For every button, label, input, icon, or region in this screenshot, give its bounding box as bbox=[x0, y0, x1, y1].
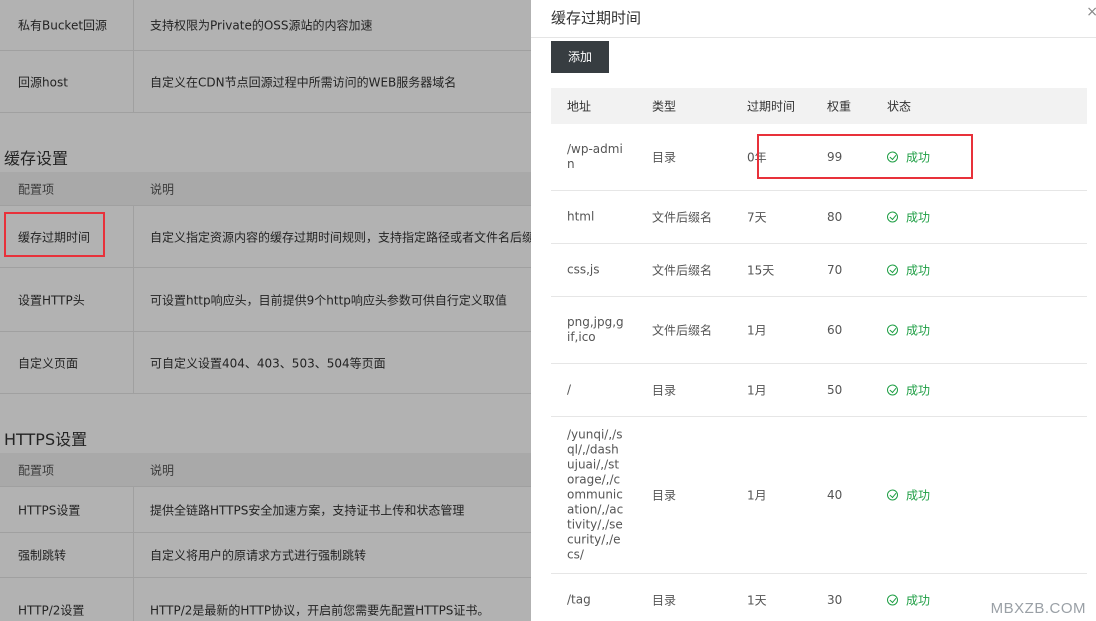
column-header-path: 地址 bbox=[567, 99, 592, 114]
cell-weight: 70 bbox=[827, 263, 843, 277]
cell-path: /wp-admin bbox=[567, 142, 623, 171]
close-icon[interactable]: × bbox=[1086, 4, 1096, 20]
cell-type: 文件后缀名 bbox=[652, 263, 713, 278]
status-text: 成功 bbox=[906, 383, 931, 398]
bg-row-https[interactable]: HTTPS设置 提供全链路HTTPS安全加速方案，支持证书上传和状态管理 bbox=[0, 487, 531, 533]
cell-status: 成功 bbox=[887, 322, 930, 339]
bg-row-name[interactable]: HTTP/2设置 bbox=[18, 601, 84, 618]
cell-weight: 50 bbox=[827, 383, 843, 397]
cell-weight: 80 bbox=[827, 210, 843, 224]
bg-row-http-header[interactable]: 设置HTTP头 可设置http响应头，目前提供9个http响应头参数可供自行定义… bbox=[0, 268, 531, 332]
bg-row-desc: HTTP/2是最新的HTTP协议，开启前您需要先配置HTTPS证书。 bbox=[150, 603, 490, 617]
bg-row-desc: 可设置http响应头，目前提供9个http响应头参数可供自行定义取值 bbox=[150, 293, 507, 307]
check-circle-icon bbox=[887, 384, 898, 396]
column-header-type: 类型 bbox=[652, 99, 677, 114]
status-text: 成功 bbox=[906, 263, 931, 278]
column-header-expire: 过期时间 bbox=[747, 99, 796, 114]
cell-path: /tag bbox=[567, 592, 591, 607]
header-description: 说明 bbox=[150, 182, 175, 196]
cell-type: 目录 bbox=[652, 593, 677, 608]
cell-type: 目录 bbox=[652, 383, 677, 398]
status-text: 成功 bbox=[906, 593, 931, 608]
cell-expire: 7天 bbox=[747, 210, 767, 225]
cache-section-title: 缓存设置 bbox=[4, 149, 69, 168]
add-button[interactable]: 添加 bbox=[551, 41, 609, 73]
cell-expire: 1月 bbox=[747, 488, 767, 503]
table-row[interactable]: / 目录 1月 50 成功 bbox=[551, 364, 1087, 417]
bg-row-name: 私有Bucket回源 bbox=[18, 18, 108, 33]
table-row[interactable]: /yunqi/,/sql/,/dashujuai/,/storage/,/com… bbox=[551, 417, 1087, 574]
bg-row-name[interactable]: HTTPS设置 bbox=[18, 501, 80, 518]
cell-type: 文件后缀名 bbox=[652, 210, 713, 225]
check-circle-icon bbox=[887, 211, 898, 223]
cell-path: / bbox=[567, 382, 572, 397]
background-page: 私有Bucket回源 支持权限为Private的OSS源站的内容加速 回源hos… bbox=[0, 0, 531, 621]
cache-section-header: 配置项 说明 bbox=[0, 172, 531, 206]
bg-row-desc: 自定义在CDN节点回源过程中所需访问的WEB服务器域名 bbox=[150, 75, 457, 89]
bg-row-name[interactable]: 强制跳转 bbox=[18, 547, 66, 564]
bg-row-force-redirect[interactable]: 强制跳转 自定义将用户的原请求方式进行强制跳转 bbox=[0, 533, 531, 578]
column-header-weight: 权重 bbox=[827, 99, 852, 114]
header-description: 说明 bbox=[150, 463, 175, 477]
cell-path: /yunqi/,/sql/,/dashujuai/,/storage/,/com… bbox=[567, 427, 624, 562]
cell-status: 成功 bbox=[887, 487, 930, 504]
table-header: 地址 类型 过期时间 权重 状态 bbox=[551, 88, 1087, 124]
status-text: 成功 bbox=[906, 323, 931, 338]
bg-row-custom-page[interactable]: 自定义页面 可自定义设置404、403、503、504等页面 bbox=[0, 332, 531, 394]
cell-weight: 30 bbox=[827, 593, 843, 607]
column-header-status: 状态 bbox=[887, 99, 912, 114]
cell-expire: 1月 bbox=[747, 383, 767, 398]
cell-status: 成功 bbox=[887, 382, 930, 399]
bg-row-origin-host: 回源host 自定义在CDN节点回源过程中所需访问的WEB服务器域名 bbox=[0, 51, 531, 113]
bg-row-desc: 可自定义设置404、403、503、504等页面 bbox=[150, 356, 386, 370]
bg-row-private-bucket: 私有Bucket回源 支持权限为Private的OSS源站的内容加速 bbox=[0, 0, 531, 51]
cell-expire: 1天 bbox=[747, 593, 767, 608]
bg-row-http2[interactable]: HTTP/2设置 HTTP/2是最新的HTTP协议，开启前您需要先配置HTTPS… bbox=[0, 578, 531, 621]
table-row[interactable]: html 文件后缀名 7天 80 成功 bbox=[551, 191, 1087, 244]
check-circle-icon bbox=[887, 324, 898, 336]
panel-title: 缓存过期时间 bbox=[551, 9, 642, 27]
cell-path: css,js bbox=[567, 262, 600, 277]
table-row[interactable]: png,jpg,gif,ico 文件后缀名 1月 60 成功 bbox=[551, 297, 1087, 364]
https-section-header: 配置项 说明 bbox=[0, 453, 531, 487]
header-config-item: 配置项 bbox=[18, 182, 55, 196]
status-text: 成功 bbox=[906, 210, 931, 225]
cell-weight: 40 bbox=[827, 488, 843, 502]
cell-type: 目录 bbox=[652, 150, 677, 165]
cell-weight: 60 bbox=[827, 323, 843, 337]
cache-expire-panel: 缓存过期时间 × 添加 地址 类型 过期时间 权重 状态 /wp-admin 目… bbox=[531, 0, 1096, 621]
header-config-item: 配置项 bbox=[18, 463, 55, 477]
watermark: MBXZB.COM bbox=[990, 600, 1086, 617]
cell-expire: 1月 bbox=[747, 323, 767, 338]
cell-status: 成功 bbox=[887, 592, 930, 609]
status-text: 成功 bbox=[906, 488, 931, 503]
cell-type: 目录 bbox=[652, 488, 677, 503]
cell-status: 成功 bbox=[887, 209, 930, 226]
cell-expire: 15天 bbox=[747, 263, 775, 278]
bg-row-desc: 提供全链路HTTPS安全加速方案，支持证书上传和状态管理 bbox=[150, 503, 465, 517]
bg-row-desc: 支持权限为Private的OSS源站的内容加速 bbox=[150, 18, 373, 33]
bg-row-desc: 自定义指定资源内容的缓存过期时间规则，支持指定路径或者文件名后缀 bbox=[150, 230, 531, 244]
annotation-highlight-box bbox=[757, 134, 973, 179]
table-row[interactable]: css,js 文件后缀名 15天 70 成功 bbox=[551, 244, 1087, 297]
bg-row-name[interactable]: 设置HTTP头 bbox=[18, 291, 85, 308]
check-circle-icon bbox=[887, 264, 898, 276]
https-section-title: HTTPS设置 bbox=[4, 430, 88, 449]
annotation-highlight-box bbox=[4, 212, 105, 257]
bg-row-name: 回源host bbox=[18, 75, 68, 89]
panel-divider bbox=[531, 37, 1096, 38]
bg-row-name[interactable]: 自定义页面 bbox=[18, 354, 78, 371]
check-circle-icon bbox=[887, 594, 898, 606]
cell-path: html bbox=[567, 209, 595, 224]
bg-row-desc: 自定义将用户的原请求方式进行强制跳转 bbox=[150, 548, 367, 563]
cell-type: 文件后缀名 bbox=[652, 323, 713, 338]
cell-path: png,jpg,gif,ico bbox=[567, 315, 624, 344]
check-circle-icon bbox=[887, 489, 898, 501]
cell-status: 成功 bbox=[887, 262, 930, 279]
